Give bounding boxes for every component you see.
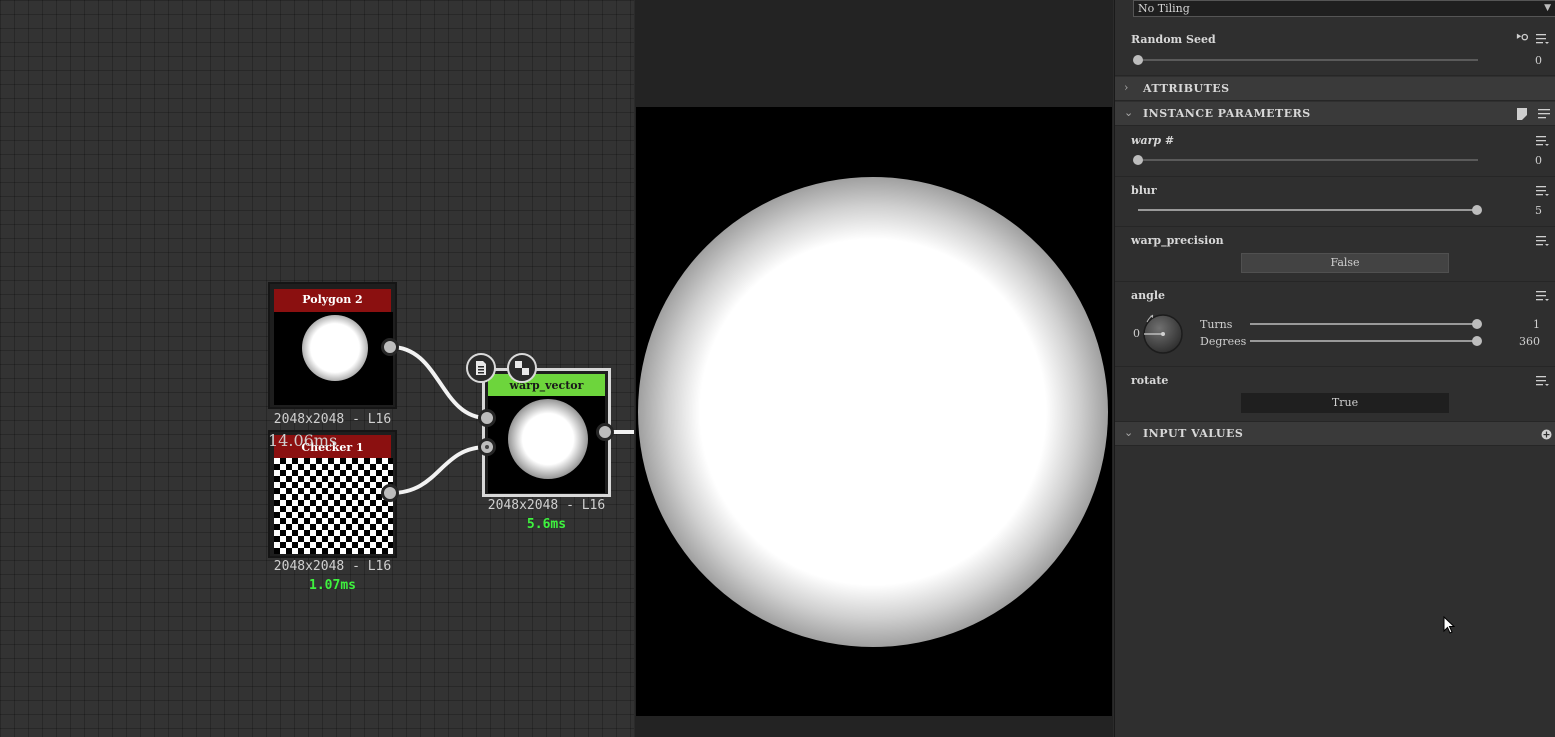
- node-title: warp_vector: [488, 374, 605, 396]
- output-port[interactable]: [381, 338, 399, 356]
- preset-icon[interactable]: [1516, 107, 1530, 121]
- wire-checker-to-warp: [390, 445, 488, 495]
- chevron-down-icon: ⌄: [1124, 426, 1134, 439]
- menu-icon[interactable]: [1536, 290, 1550, 302]
- menu-icon[interactable]: [1536, 185, 1550, 197]
- section-title: INSTANCE PARAMETERS: [1143, 107, 1311, 120]
- section-input-values[interactable]: ⌄ INPUT VALUES: [1115, 422, 1555, 446]
- section-title: INPUT VALUES: [1143, 427, 1244, 440]
- section-attributes[interactable]: › ATTRIBUTES: [1115, 77, 1555, 101]
- warp-slider-track[interactable]: [1138, 159, 1478, 161]
- blur-value[interactable]: 5: [1535, 204, 1542, 217]
- node-thumbnail: [274, 312, 393, 405]
- param-label: angle: [1131, 289, 1165, 302]
- param-label: Random Seed: [1131, 33, 1216, 46]
- param-label: warp_precision: [1131, 234, 1224, 247]
- node-warp-vector[interactable]: warp_vector 2048x2048 - L16 5.6ms: [482, 368, 614, 538]
- param-random-seed: Random Seed 0: [1115, 26, 1555, 76]
- section-title: ATTRIBUTES: [1143, 82, 1230, 95]
- node-polygon-2[interactable]: Polygon 2 2048x2048 - L16: [268, 282, 398, 442]
- random-seed-slider-knob[interactable]: [1133, 55, 1143, 65]
- output-port[interactable]: [596, 423, 614, 441]
- node-title: Polygon 2: [274, 289, 391, 312]
- param-label: warp #: [1131, 134, 1175, 147]
- node-resolution: 2048x2048 - L16: [273, 412, 392, 427]
- blur-slider-knob[interactable]: [1472, 205, 1482, 215]
- menu-icon[interactable]: [1536, 375, 1550, 387]
- menu-icon[interactable]: [1536, 33, 1550, 45]
- random-seed-slider-track[interactable]: [1138, 59, 1478, 61]
- chevron-down-icon: ▼: [1544, 3, 1551, 13]
- properties-panel: No Tiling ▼ Random Seed 0 › ATTRIBUTES ⌄…: [1114, 0, 1555, 737]
- preview-image: [636, 107, 1112, 716]
- menu-icon[interactable]: [1538, 108, 1552, 120]
- randomize-icon[interactable]: [1516, 32, 1530, 44]
- param-blur: blur 5: [1115, 177, 1555, 227]
- param-label: rotate: [1131, 374, 1169, 387]
- chevron-down-icon: ⌄: [1124, 106, 1134, 119]
- node-thumbnail: [274, 458, 393, 554]
- degrees-slider-knob[interactable]: [1472, 336, 1482, 346]
- tiling-dropdown[interactable]: No Tiling ▼: [1133, 0, 1555, 17]
- param-rotate: rotate True: [1115, 367, 1555, 422]
- turns-label: Turns: [1200, 318, 1233, 331]
- node-time: 14.06ms: [268, 431, 338, 450]
- turns-slider-knob[interactable]: [1472, 319, 1482, 329]
- warp-slider-knob[interactable]: [1133, 155, 1143, 165]
- section-instance-parameters[interactable]: ⌄ INSTANCE PARAMETERS: [1115, 102, 1555, 126]
- mouse-cursor-icon: [1443, 616, 1455, 634]
- turns-slider-track[interactable]: [1250, 323, 1478, 325]
- checker-icon[interactable]: [507, 353, 537, 383]
- chevron-right-icon: ›: [1124, 81, 1129, 94]
- tiling-dropdown-value: No Tiling: [1138, 2, 1190, 15]
- degrees-value[interactable]: 360: [1519, 335, 1540, 348]
- node-graph-editor[interactable]: Polygon 2 2048x2048 - L16 Checker 1 2048…: [0, 0, 634, 737]
- angle-dial[interactable]: [1139, 310, 1187, 358]
- input-port[interactable]: [478, 409, 496, 427]
- input-port[interactable]: [478, 438, 496, 456]
- node-resolution: 2048x2048 - L16: [487, 498, 606, 513]
- turns-value[interactable]: 1: [1533, 318, 1540, 331]
- node-time: 1.07ms: [309, 578, 356, 593]
- param-label: blur: [1131, 184, 1157, 197]
- degrees-label: Degrees: [1200, 335, 1247, 348]
- warp-precision-toggle[interactable]: False: [1241, 253, 1449, 273]
- node-time: 5.6ms: [526, 517, 567, 532]
- degrees-slider-track[interactable]: [1250, 340, 1478, 342]
- param-warp: warp # 0: [1115, 127, 1555, 177]
- param-angle: angle 0 Turns 1 Degrees 360: [1115, 282, 1555, 367]
- output-port[interactable]: [381, 484, 399, 502]
- 2d-viewport[interactable]: [635, 0, 1113, 737]
- menu-icon[interactable]: [1536, 135, 1550, 147]
- node-resolution: 2048x2048 - L16: [273, 559, 392, 574]
- param-warp-precision: warp_precision False: [1115, 227, 1555, 282]
- document-icon[interactable]: [466, 353, 496, 383]
- blur-slider-track[interactable]: [1138, 209, 1478, 211]
- random-seed-value[interactable]: 0: [1535, 54, 1542, 67]
- menu-icon[interactable]: [1536, 235, 1550, 247]
- warp-value[interactable]: 0: [1535, 154, 1542, 167]
- node-checker-1[interactable]: Checker 1 2048x2048 - L16 1.07ms: [268, 430, 398, 600]
- node-thumbnail: [488, 396, 605, 493]
- add-icon[interactable]: [1541, 429, 1552, 440]
- rotate-toggle[interactable]: True: [1241, 393, 1449, 413]
